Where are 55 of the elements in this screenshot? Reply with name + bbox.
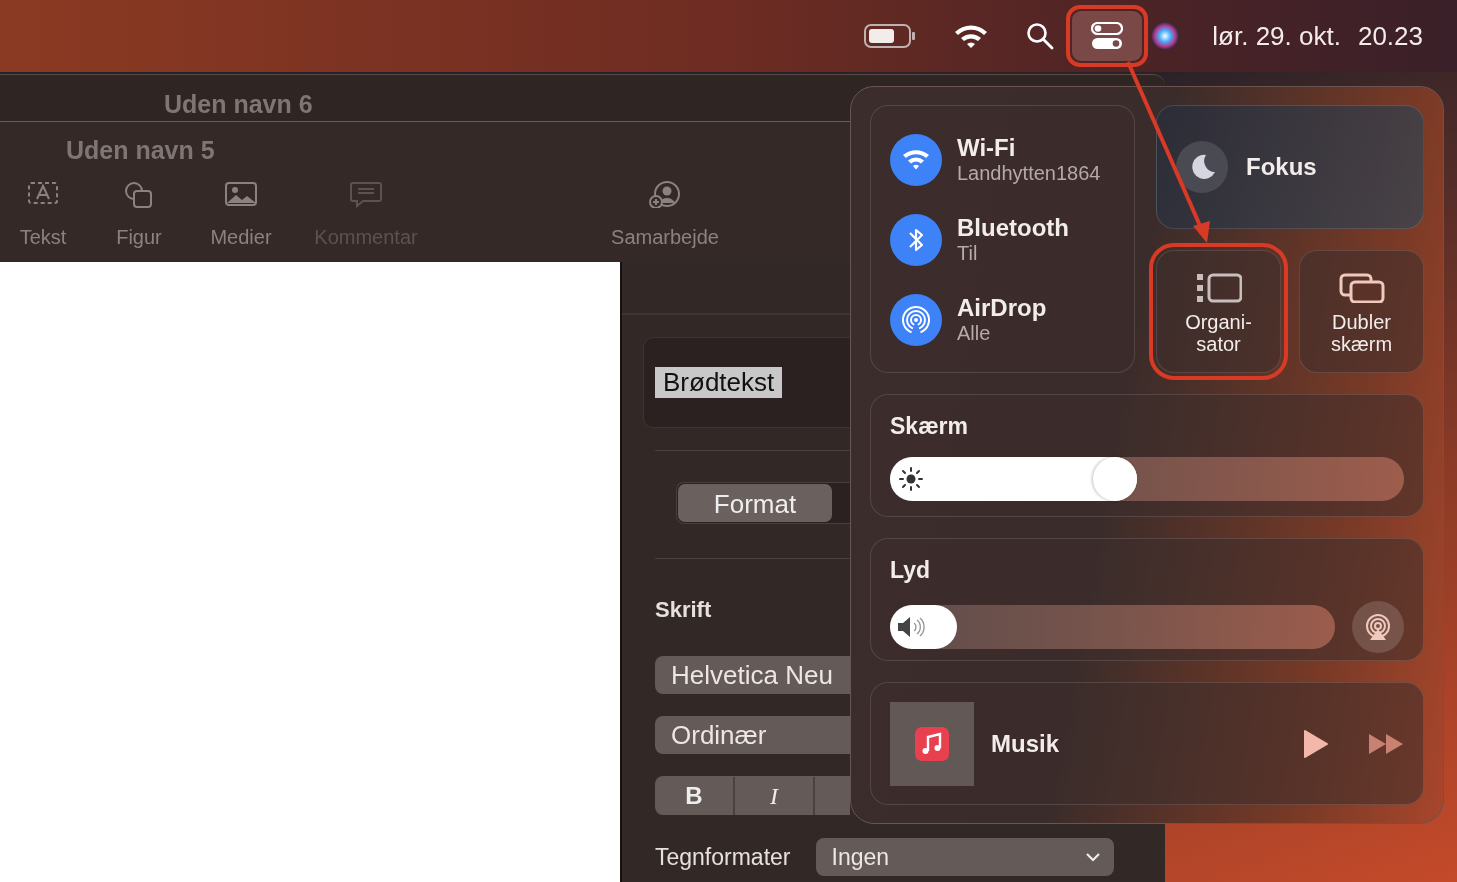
- toggles-icon: [1091, 22, 1124, 50]
- slider-track[interactable]: [890, 604, 1335, 649]
- airdrop-icon: [899, 303, 933, 337]
- toggle-button[interactable]: [890, 214, 942, 266]
- toggle-status: Landhytten1864: [957, 161, 1101, 185]
- airplay-button[interactable]: [1352, 600, 1404, 653]
- section-heading: Skærm: [890, 412, 968, 441]
- font-family-dropdown[interactable]: Helvetica Neu: [655, 656, 850, 694]
- toolbar-button[interactable]: Tekst: [14, 180, 72, 252]
- battery-icon[interactable]: [864, 24, 917, 48]
- tile-button[interactable]: Dubler skærm: [1299, 250, 1424, 373]
- chevron-down-icon: [1085, 852, 1100, 862]
- paragraph-style-box[interactable]: Brødtekst: [643, 337, 850, 428]
- toggle-status: Til: [957, 241, 979, 265]
- play-icon: [1303, 728, 1329, 759]
- control-center-button[interactable]: [1072, 11, 1143, 61]
- toolbar-button[interactable]: Figur: [110, 180, 168, 252]
- airplay-icon: [1364, 612, 1392, 641]
- section-heading: Lyd: [890, 556, 931, 585]
- track-title: Musik: [991, 728, 1060, 759]
- brightness-icon: [898, 465, 924, 492]
- music-note-icon: [915, 726, 949, 761]
- siri-icon[interactable]: [1150, 21, 1181, 51]
- slider-track[interactable]: [890, 456, 1404, 501]
- section-heading: Skrift: [655, 596, 712, 624]
- toggle-button[interactable]: [890, 134, 942, 186]
- tab[interactable]: Format: [678, 484, 832, 522]
- comment-icon: [349, 180, 383, 208]
- slider-fill[interactable]: [890, 604, 957, 649]
- window-title: Uden navn 5: [66, 135, 215, 166]
- toggle-button[interactable]: [890, 294, 942, 346]
- fast-forward-button[interactable]: [1368, 732, 1404, 755]
- play-button[interactable]: [1303, 728, 1329, 759]
- bold-button[interactable]: B: [655, 776, 735, 815]
- focus-card[interactable]: Fokus: [1156, 105, 1424, 229]
- toggle-status: Alle: [957, 321, 992, 345]
- screen-mirror-icon: [1338, 273, 1385, 303]
- menu-bar-date[interactable]: lør. 29. okt.: [1212, 16, 1341, 56]
- stage-manager-icon: [1195, 273, 1242, 303]
- toolbar-button[interactable]: Samarbejde: [602, 180, 728, 252]
- menu-bar-clock[interactable]: 20.23: [1357, 16, 1423, 56]
- search-icon[interactable]: [1026, 22, 1055, 50]
- fast-forward-icon: [1368, 732, 1404, 755]
- toggle-title: Bluetooth: [957, 215, 1069, 241]
- speaker-icon: [896, 614, 926, 639]
- person-add-icon: [648, 180, 682, 208]
- field-label: Tegnformater: [655, 842, 791, 872]
- font-style-dropdown[interactable]: Ordinær: [655, 716, 850, 754]
- window-title: Uden navn 6: [164, 89, 313, 120]
- character-styles-dropdown[interactable]: Ingen: [815, 838, 1114, 876]
- toolbar-button[interactable]: Medier: [204, 180, 278, 252]
- toggle-title: AirDrop: [957, 295, 1047, 321]
- toggle-title: Wi-Fi: [957, 135, 1017, 161]
- image-icon: [224, 180, 258, 208]
- italic-button[interactable]: I: [735, 776, 815, 815]
